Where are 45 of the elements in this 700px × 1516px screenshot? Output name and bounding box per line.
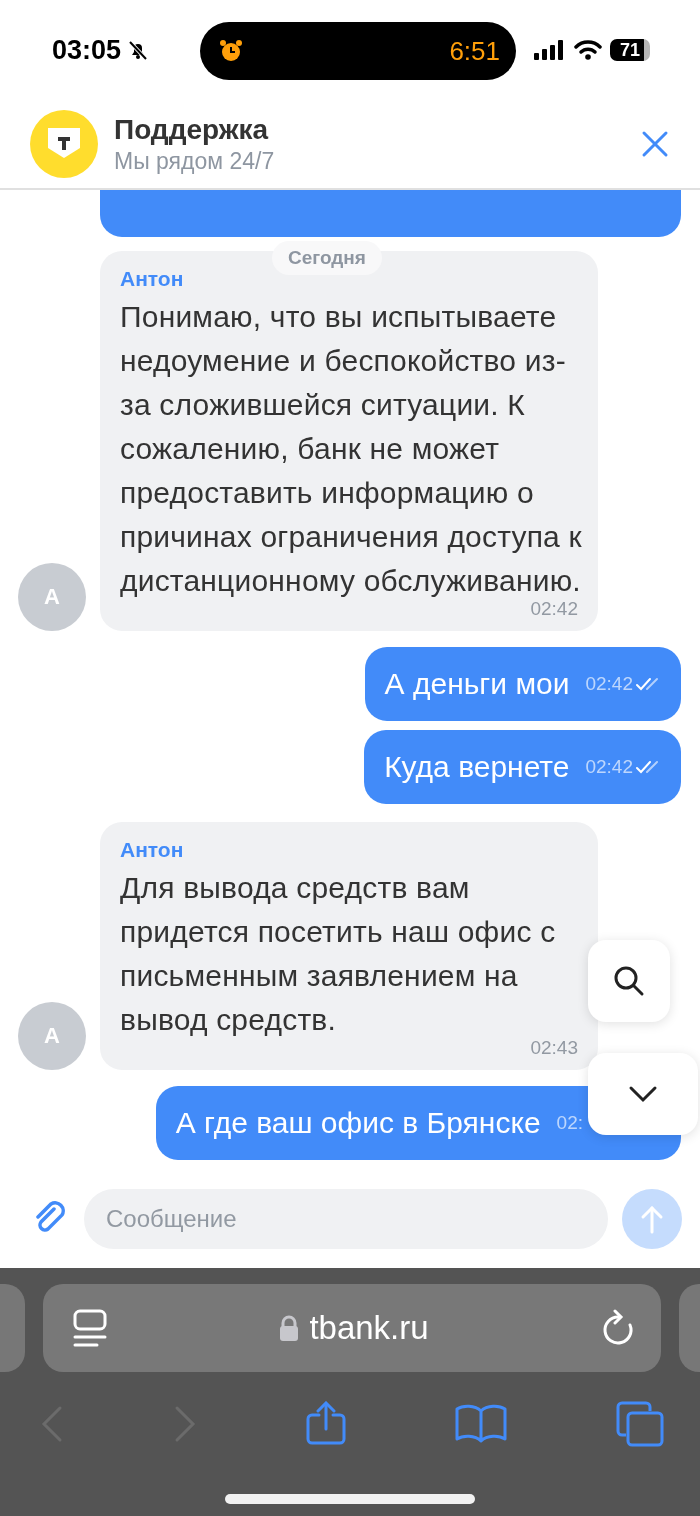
book-icon [455,1403,507,1445]
message-time: 02:43 [530,1038,578,1058]
message-time: 02:42 [530,599,578,619]
arrow-up-icon [640,1204,664,1234]
chat-title: Поддержка [114,113,270,146]
reload-icon [601,1309,635,1347]
scroll-down-button[interactable] [588,1053,698,1135]
message-text: Куда вернете [384,750,570,784]
back-button[interactable] [40,1404,64,1444]
message-field[interactable]: Сообщение [84,1189,608,1249]
wifi-icon [574,40,602,60]
message-time: 02:42 [585,673,633,695]
message-text: Понимаю, что вы испытываете недоумение и беспокойство из-за сложившейся ситуации. К сожалению, банк не может предоставить информацию о причинах ограничения доступа к дистанционному обслуживанию. [120,299,582,599]
alarm-clock-icon [218,38,244,64]
author-name: Антон [120,838,185,862]
message-time: 02: [556,1112,583,1134]
address-bar[interactable]: tbank.ru [43,1284,661,1372]
shield-logo-icon [30,110,98,178]
book-button[interactable] [455,1403,507,1445]
chevron-down-icon [628,1085,658,1103]
close-icon [641,130,669,158]
share-button[interactable] [306,1401,346,1447]
message-text: Для вывода средств вам придется посетить наш офис с письменным заявлением на вывод средств. [120,870,557,1038]
date-chip: Сегодня [272,241,382,275]
clock-time: 03:05 [52,34,122,66]
chat-subtitle: Мы рядом 24/7 [114,147,276,175]
tabs-button[interactable] [616,1401,664,1447]
reader-icon [73,1309,107,1347]
search-button[interactable] [588,940,670,1022]
back-icon [40,1404,64,1444]
tabs-icon [616,1401,664,1447]
battery-level: 71 [620,39,640,61]
author-name: Антон [120,267,185,291]
send-button[interactable] [622,1189,682,1249]
message-text: А деньги мои [384,667,570,701]
lock-icon [279,1314,300,1342]
signal-icon [534,40,566,60]
share-icon [306,1401,346,1447]
search-icon [613,965,645,997]
url-text: tbank.ru [309,1309,429,1347]
message-time: 02:42 [585,756,633,778]
forward-icon [173,1404,197,1444]
message-text: А где ваш офис в Брянске [175,1106,541,1140]
alarm-time: 6:51 [449,35,500,67]
forward-button[interactable] [173,1404,197,1444]
